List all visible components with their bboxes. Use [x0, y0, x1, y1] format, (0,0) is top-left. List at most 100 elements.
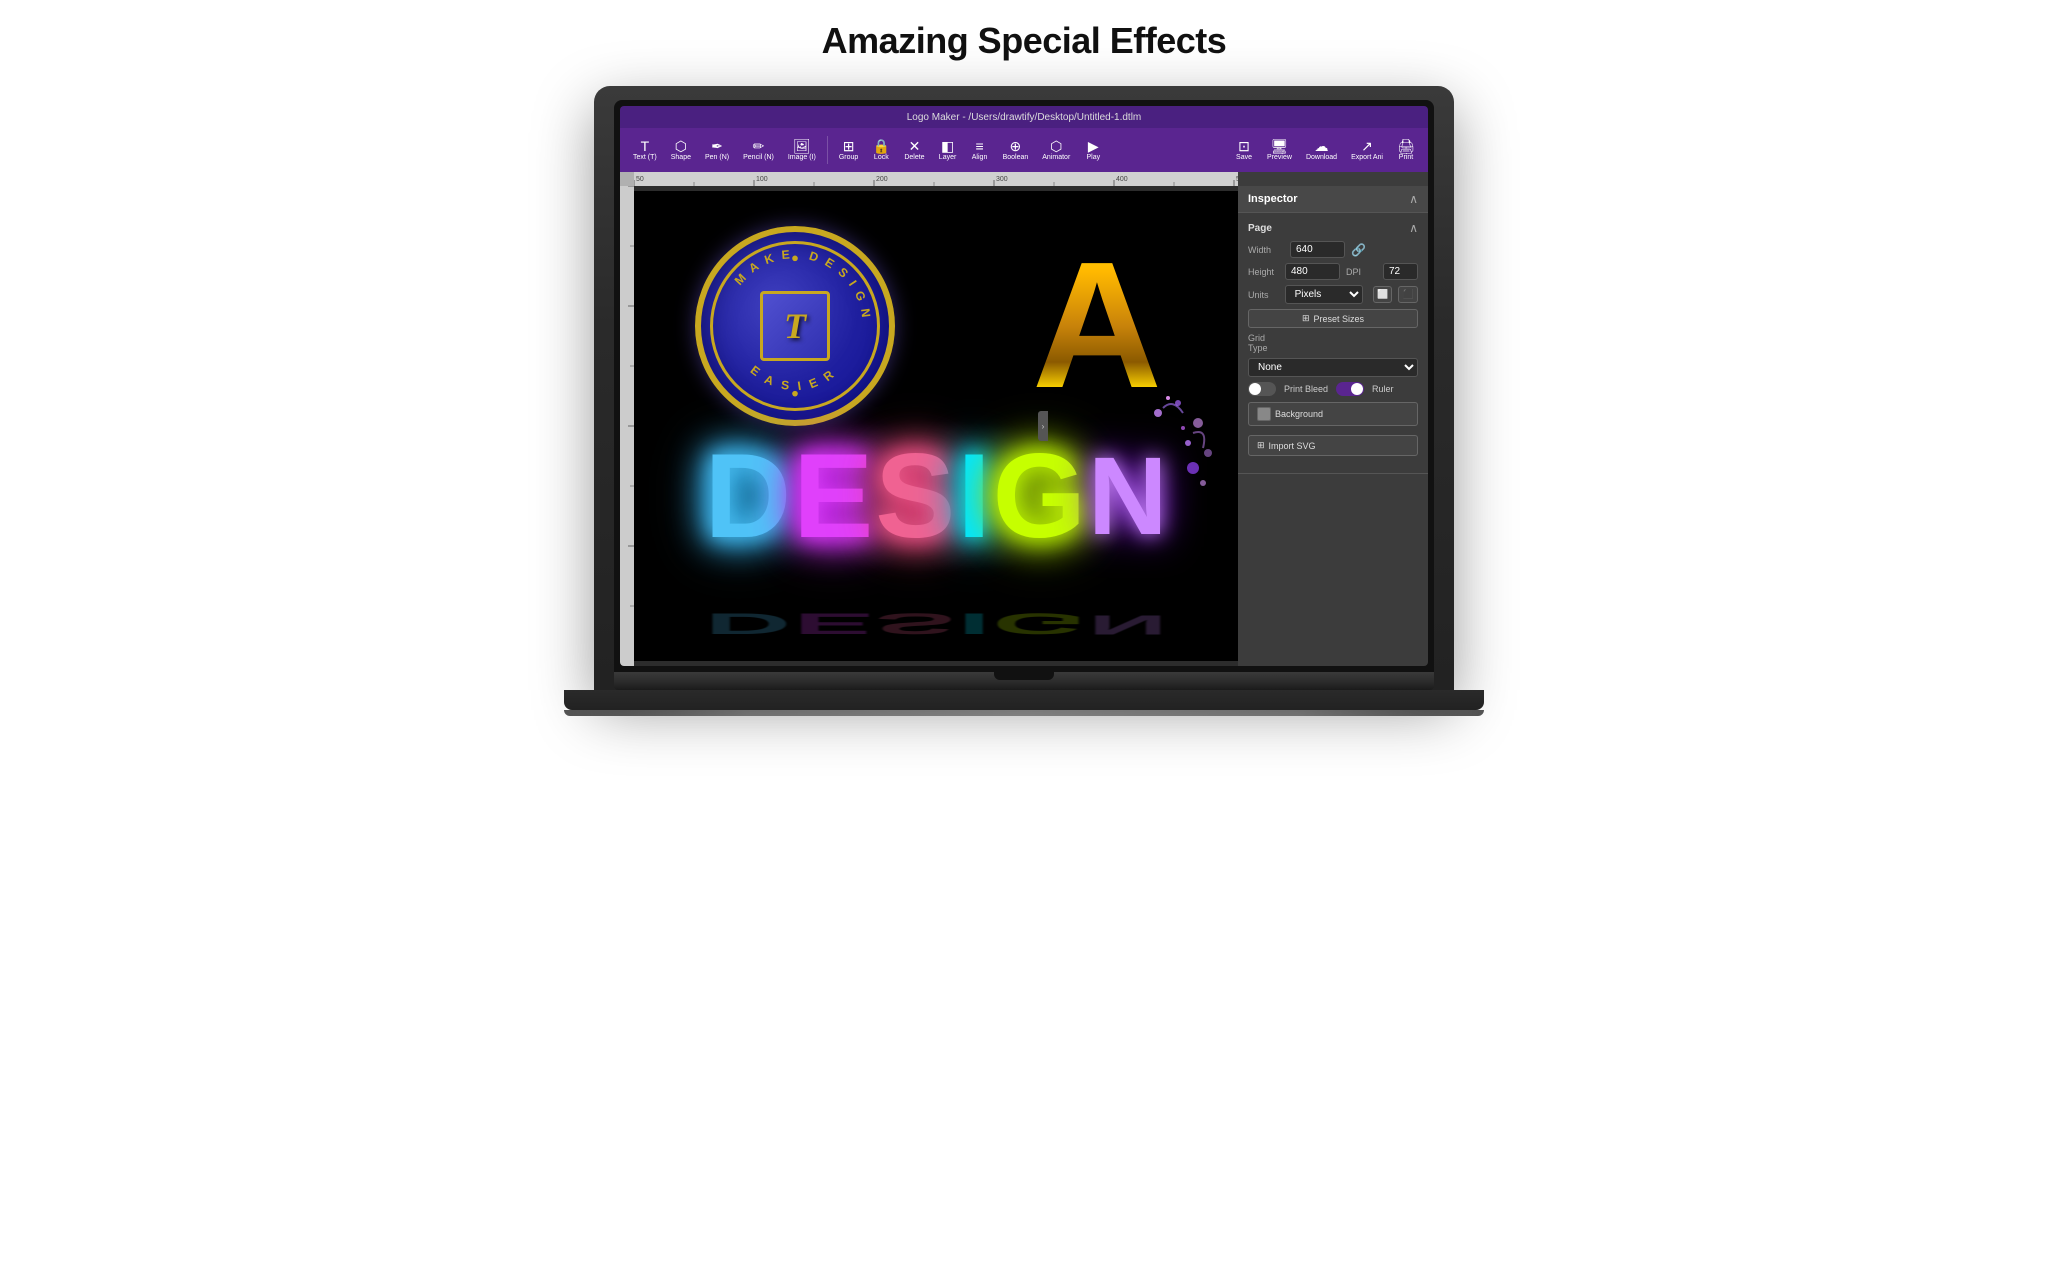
- units-label: Units: [1248, 290, 1279, 300]
- download-icon: ☁: [1315, 139, 1329, 153]
- tool-shape[interactable]: ⬡ Shape: [666, 137, 696, 163]
- laptop-screen-bezel: Logo Maker - /Users/drawtify/Desktop/Unt…: [614, 100, 1434, 672]
- tool-text[interactable]: T Text (T): [628, 137, 662, 163]
- background-btn[interactable]: Background: [1248, 402, 1418, 426]
- tool-lock[interactable]: 🔒 Lock: [867, 137, 895, 163]
- tool-pen[interactable]: ✒ Pen (N): [700, 137, 734, 163]
- preset-sizes-icon: ⊞: [1302, 313, 1310, 324]
- animator-icon: ⬡: [1050, 139, 1062, 153]
- inspector-panel: Inspector ∧ Page ∧ Width: [1238, 186, 1428, 666]
- tool-delete-label: Delete: [904, 154, 924, 161]
- svg-text:EASIER: EASIER: [748, 362, 844, 394]
- tool-download[interactable]: ☁ Download: [1301, 137, 1342, 163]
- pencil-icon: ✏: [753, 139, 765, 153]
- tool-export[interactable]: ↗ Export Ani: [1346, 137, 1388, 163]
- ruler-knob: [1351, 383, 1363, 395]
- preview-icon: 🖥: [1271, 139, 1289, 153]
- tool-pencil[interactable]: ✏ Pencil (N): [738, 137, 779, 163]
- svg-text:300: 300: [996, 176, 1008, 183]
- ruler-toggle[interactable]: [1336, 382, 1364, 396]
- dpi-input[interactable]: [1383, 263, 1418, 280]
- import-svg-btn[interactable]: ⊞ Import SVG: [1248, 435, 1418, 456]
- tool-save[interactable]: ⊡ Save: [1230, 137, 1258, 163]
- link-icon[interactable]: 🔗: [1351, 243, 1366, 257]
- tool-layer[interactable]: ◧ Layer: [934, 137, 962, 163]
- tool-delete[interactable]: ✕ Delete: [899, 137, 929, 163]
- tool-pencil-label: Pencil (N): [743, 154, 774, 161]
- tool-download-label: Download: [1306, 154, 1337, 161]
- letter-n-splash: N: [1088, 433, 1167, 560]
- grid-select-row: None Lines Dots: [1248, 358, 1418, 377]
- panel-collapse-handle[interactable]: ›: [1038, 411, 1048, 441]
- laptop-screen: Logo Maker - /Users/drawtify/Desktop/Unt…: [620, 106, 1428, 666]
- inspector-title: Inspector: [1248, 193, 1298, 205]
- laptop-body: Logo Maker - /Users/drawtify/Desktop/Unt…: [594, 86, 1454, 690]
- page-title: Amazing Special Effects: [822, 20, 1227, 62]
- tool-print-label: Print: [1399, 154, 1413, 161]
- title-bar: Logo Maker - /Users/drawtify/Desktop/Unt…: [620, 106, 1428, 128]
- height-input[interactable]: [1285, 263, 1340, 280]
- collapse-chevron-icon: ›: [1042, 422, 1045, 431]
- tool-boolean-label: Boolean: [1003, 154, 1029, 161]
- badge-logo: MAKE DESIGN EASIER: [695, 226, 895, 426]
- preset-sizes-btn[interactable]: ⊞ Preset Sizes: [1248, 309, 1418, 328]
- title-bar-text: Logo Maker - /Users/drawtify/Desktop/Unt…: [907, 112, 1142, 123]
- tool-image[interactable]: 🖼 Image (I): [783, 137, 821, 163]
- layer-icon: ◧: [941, 139, 954, 153]
- export-icon: ↗: [1361, 139, 1373, 153]
- background-label: Background: [1275, 409, 1323, 419]
- height-label: Height: [1248, 267, 1279, 277]
- portrait-btn[interactable]: ⬜: [1373, 286, 1393, 303]
- svg-text:200: 200: [876, 176, 888, 183]
- svg-text:400: 400: [1116, 176, 1128, 183]
- import-svg-icon: ⊞: [1257, 440, 1265, 451]
- page-section-collapse[interactable]: ∧: [1409, 221, 1418, 235]
- tool-align[interactable]: ≡ Align: [966, 137, 994, 163]
- grid-type-label: Grid Type: [1248, 333, 1284, 353]
- tool-shape-label: Shape: [671, 154, 691, 161]
- letter-g: G: [993, 436, 1086, 556]
- badge-center-letter: T: [760, 291, 830, 361]
- tool-play[interactable]: ▶ Play: [1079, 137, 1107, 163]
- tool-print[interactable]: 🖨 Print: [1392, 137, 1420, 163]
- tool-animator[interactable]: ⬡ Animator: [1037, 137, 1075, 163]
- tool-boolean[interactable]: ⊕ Boolean: [998, 137, 1034, 163]
- letter-d: D: [705, 436, 792, 556]
- align-icon: ≡: [975, 139, 983, 153]
- design-word: D E S I G N: [705, 433, 1168, 560]
- tool-group[interactable]: ⊞ Group: [834, 137, 863, 163]
- print-bleed-ruler-row: Print Bleed Ruler: [1248, 382, 1418, 396]
- width-input[interactable]: [1290, 241, 1345, 258]
- tool-text-label: Text (T): [633, 154, 657, 161]
- background-color-swatch: [1257, 407, 1271, 421]
- canvas-area[interactable]: MAKE DESIGN EASIER: [634, 186, 1238, 666]
- print-icon: 🖨: [1397, 139, 1415, 153]
- lock-icon: 🔒: [873, 139, 890, 153]
- text-icon: T: [641, 139, 650, 153]
- tool-lock-label: Lock: [874, 154, 889, 161]
- landscape-btn[interactable]: ⬛: [1398, 286, 1418, 303]
- ruler-label: Ruler: [1372, 384, 1394, 394]
- svg-text:100: 100: [756, 176, 768, 183]
- dpi-label: DPI: [1346, 267, 1377, 277]
- print-bleed-label: Print Bleed: [1284, 384, 1328, 394]
- shape-icon: ⬡: [675, 139, 687, 153]
- grid-type-row: Grid Type: [1248, 333, 1418, 353]
- units-select[interactable]: Pixels Inches mm: [1285, 285, 1363, 304]
- toolbar: T Text (T) ⬡ Shape ✒ Pen (N) ✏ Pencil (N…: [620, 128, 1428, 172]
- print-bleed-knob: [1249, 383, 1261, 395]
- letter-s: S: [875, 436, 955, 556]
- width-label: Width: [1248, 245, 1284, 255]
- group-icon: ⊞: [843, 139, 855, 153]
- pen-icon: ✒: [711, 139, 723, 153]
- ruler-horizontal: 50 100 200 300 400: [634, 172, 1238, 186]
- main-area: MAKE DESIGN EASIER: [620, 186, 1428, 666]
- grid-type-select[interactable]: None Lines Dots: [1248, 358, 1418, 377]
- tool-preview[interactable]: 🖥 Preview: [1262, 137, 1297, 163]
- boolean-icon: ⊕: [1010, 139, 1022, 153]
- inspector-collapse-arrow[interactable]: ∧: [1409, 192, 1418, 206]
- width-row: Width 🔗: [1248, 241, 1418, 258]
- tool-image-label: Image (I): [788, 154, 816, 161]
- tool-layer-label: Layer: [939, 154, 957, 161]
- print-bleed-toggle[interactable]: [1248, 382, 1276, 396]
